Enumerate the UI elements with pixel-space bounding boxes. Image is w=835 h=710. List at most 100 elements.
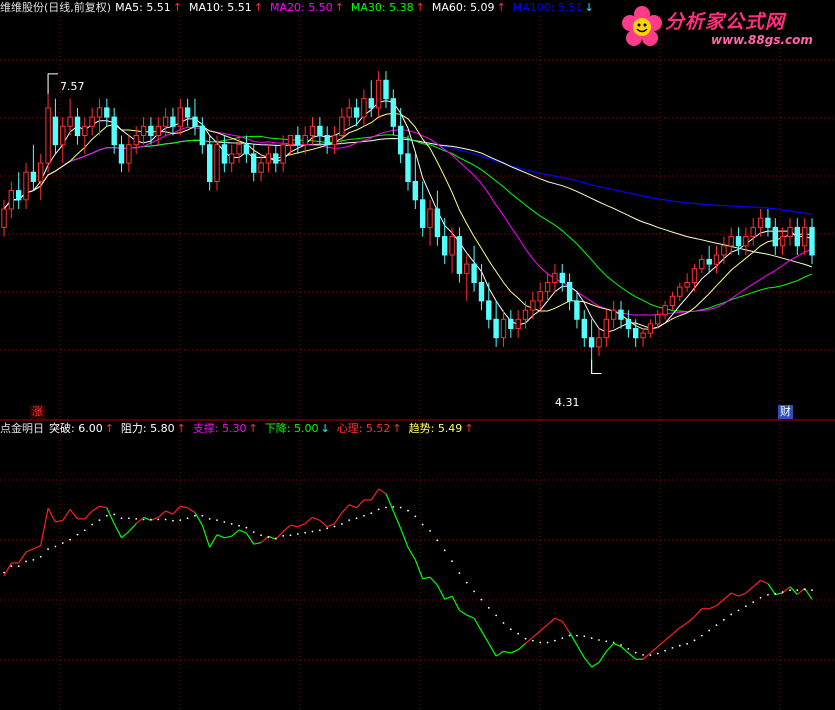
trend-dot	[289, 534, 292, 537]
mood-line-segment	[679, 622, 688, 629]
mood-line-segment	[672, 627, 681, 635]
trend-dot	[502, 622, 505, 624]
indicator-legend-label: 支撑:	[192, 422, 223, 435]
trend-dot	[333, 525, 336, 528]
candle-body	[221, 144, 228, 164]
indicator-legend-value: 5.49	[437, 422, 463, 435]
trend-dot	[722, 618, 725, 621]
indicator-legend-item: 下降: 5.00 ↓	[265, 421, 330, 437]
candle-body	[611, 309, 617, 320]
mood-line-segment	[341, 504, 350, 513]
trend-dot	[54, 545, 57, 548]
mood-line-segment	[319, 519, 328, 528]
mood-line-segment	[91, 505, 100, 512]
mood-line-segment	[627, 652, 637, 660]
candle-body	[339, 116, 345, 136]
mood-line-segment	[745, 586, 754, 594]
trend-dot	[201, 514, 204, 517]
candle-body	[346, 107, 352, 118]
indicator-legend-label: 趋势:	[408, 422, 438, 435]
mood-line-segment	[47, 508, 56, 523]
mood-line-segment	[510, 649, 519, 654]
trend-dot	[223, 521, 226, 523]
trend-dot	[480, 598, 483, 601]
ma-legend-item: MA60: 5.09 ↑	[432, 0, 506, 16]
trend-dot	[531, 639, 534, 642]
trend-dot	[135, 517, 138, 520]
candle-body	[522, 309, 529, 320]
candle-body	[170, 116, 176, 127]
mood-line-segment	[422, 576, 431, 580]
trend-dot	[164, 518, 167, 521]
mood-line-segment	[708, 605, 717, 610]
watermark-logo: 分析家公式网 www.88gs.com	[619, 2, 829, 52]
mood-line-segment	[407, 546, 416, 561]
trend-dot	[436, 539, 439, 542]
candle-body	[442, 236, 448, 256]
candle-body	[1, 208, 7, 228]
candle-body	[324, 135, 330, 146]
stock-chart[interactable]	[0, 0, 835, 710]
trend-dot	[61, 542, 64, 544]
zhang-marker[interactable]: 涨	[30, 405, 45, 419]
candle-body	[633, 328, 639, 339]
mood-line-segment	[620, 646, 629, 654]
mood-line-segment	[275, 531, 284, 540]
candle-body	[449, 236, 455, 256]
mood-line-segment	[18, 551, 27, 564]
candle-body	[508, 318, 514, 329]
mood-line-segment	[69, 509, 78, 520]
mood-line-segment	[789, 586, 798, 595]
candle-body	[618, 309, 624, 320]
down-arrow-icon: ↓	[320, 422, 330, 435]
main-chart-title: 维维股份(日线,前复权)	[0, 1, 112, 14]
candle-body	[295, 135, 301, 146]
indicator-legend-item: 支撑: 5.30 ↑	[193, 421, 258, 437]
trend-dot	[627, 647, 630, 650]
candle-body	[706, 259, 712, 265]
trend-dot	[17, 565, 20, 568]
mood-line-segment	[187, 507, 196, 514]
trend-dot	[458, 572, 461, 575]
candle-body	[787, 226, 793, 238]
trend-dot	[744, 605, 747, 608]
trend-dot	[811, 589, 813, 592]
trend-dot	[678, 644, 681, 647]
candle-body	[331, 135, 338, 146]
trend-dot	[774, 593, 777, 595]
trend-dot	[803, 588, 806, 591]
trend-dot	[539, 641, 542, 644]
trend-dot	[524, 637, 527, 640]
trend-dot	[708, 629, 711, 632]
mood-line-segment	[554, 617, 563, 622]
candle-body	[398, 125, 404, 155]
trend-dot	[583, 635, 586, 638]
mood-line-segment	[591, 661, 600, 668]
trend-dot	[91, 523, 94, 526]
up-arrow-icon: ↑	[464, 422, 474, 435]
mood-line-segment	[3, 562, 12, 576]
trend-dot	[113, 513, 116, 516]
trend-dot	[179, 519, 182, 522]
candle-body	[434, 208, 441, 238]
cai-marker[interactable]: 财	[778, 405, 793, 419]
candle-body	[574, 300, 580, 320]
trend-dot	[634, 651, 637, 654]
trend-dot	[142, 518, 145, 521]
ma-legend-value: 5.51	[227, 1, 252, 14]
trend-dot	[355, 517, 358, 520]
up-arrow-icon: ↑	[172, 1, 183, 14]
trend-dot	[392, 505, 395, 508]
mood-line-segment	[738, 592, 747, 597]
trend-dot	[172, 519, 174, 522]
candle-body	[353, 107, 360, 118]
trend-dot	[517, 632, 520, 635]
trend-dot	[642, 653, 644, 656]
mood-line-segment	[495, 650, 504, 657]
candle-body	[677, 286, 683, 297]
indicator-legend-label: 下降:	[264, 422, 294, 435]
mood-line-segment	[796, 587, 806, 596]
mood-line-segment	[804, 587, 813, 600]
flower-logo-icon	[622, 6, 662, 46]
trend-dot	[186, 517, 189, 520]
